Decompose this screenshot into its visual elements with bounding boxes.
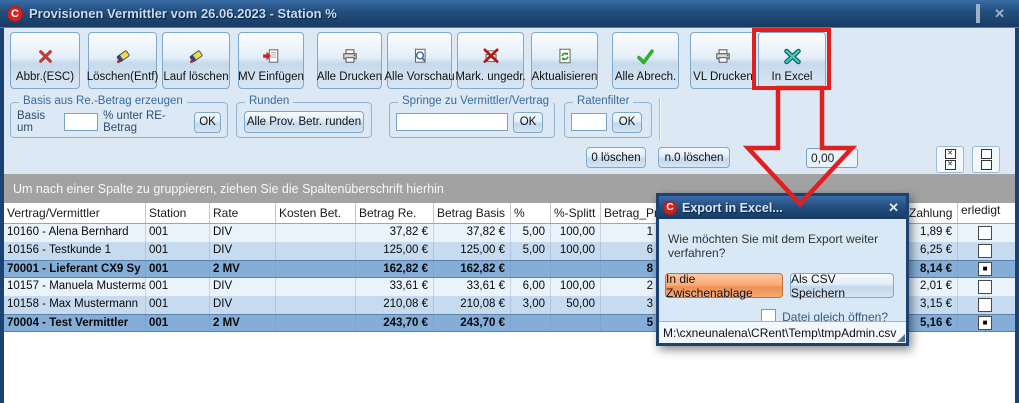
round-all-button[interactable]: Alle Prov. Betr. runden: [244, 111, 364, 133]
column-header-splitt[interactable]: %-Splitt: [551, 203, 601, 223]
toolbar: Abbr.(ESC) Löschen(Entf) Lauf löschen MV…: [4, 27, 1015, 96]
printer-icon: [341, 44, 359, 68]
app-window: C Provisionen Vermittler vom 26.06.2023 …: [0, 0, 1019, 403]
group-by-hint: Um nach einer Spalte zu gruppieren, zieh…: [13, 182, 444, 196]
export-excel-button[interactable]: In Excel: [758, 32, 826, 89]
delete-zero-button[interactable]: 0 löschen: [586, 147, 646, 168]
rate-filter-ok-button[interactable]: OK: [612, 112, 642, 133]
dialog-title: Export in Excel...: [682, 201, 783, 215]
column-header-station[interactable]: Station: [146, 203, 210, 223]
title-bar: C Provisionen Vermittler vom 26.06.2023 …: [0, 0, 1019, 28]
window-border-right: [1015, 0, 1019, 403]
settle-all-button[interactable]: Alle Abrech.: [612, 32, 679, 89]
column-header-prozent[interactable]: %: [511, 203, 551, 223]
group-basis: Basis aus Re.-Betrag erzeugen Basis um %…: [10, 102, 228, 138]
erledigt-checkbox[interactable]: [978, 280, 992, 294]
window-controls: ✕: [962, 7, 1005, 21]
cancel-button[interactable]: Abbr.(ESC): [10, 32, 80, 89]
clipboard-button[interactable]: In die Zwischenablage: [665, 273, 783, 298]
basis-label-before: Basis um: [17, 110, 59, 134]
excel-icon: [783, 44, 802, 68]
erledigt-checkbox[interactable]: ■: [978, 316, 992, 330]
group-basis-legend: Basis aus Re.-Betrag erzeugen: [19, 95, 187, 107]
mark-unprinted-button[interactable]: Mark. ungedr.: [457, 32, 524, 89]
column-header-betrag-pr[interactable]: Betrag_Pr: [601, 203, 657, 223]
cancel-icon: [37, 44, 54, 68]
column-header-kosten[interactable]: Kosten Bet.: [276, 203, 356, 223]
export-excel-dialog: C Export in Excel... ✕ Wie möchten Sie m…: [656, 193, 909, 346]
eraser-icon: [187, 44, 205, 68]
print-all-button[interactable]: Alle Drucken: [317, 32, 382, 89]
check-all-button[interactable]: ✕ ✕: [936, 146, 964, 173]
erledigt-checkbox[interactable]: [978, 244, 992, 258]
erledigt-checkbox[interactable]: ■: [978, 262, 992, 276]
jump-to-ok-button[interactable]: OK: [513, 112, 543, 133]
vl-print-button[interactable]: VL Drucken: [690, 32, 756, 89]
export-path-text: M:\cxneunalena\CRent\Temp\tmpAdmin.csv: [663, 326, 896, 340]
refresh-button[interactable]: Aktualisieren: [531, 32, 598, 89]
save-csv-button[interactable]: Als CSV Speichern: [790, 273, 894, 298]
maximize-button[interactable]: [976, 7, 980, 21]
basis-label-after: % unter RE-Betrag: [103, 110, 189, 134]
export-path-field[interactable]: M:\cxneunalena\CRent\Temp\tmpAdmin.csv: [659, 321, 906, 343]
resize-grip-icon: [897, 334, 905, 342]
group-runden-legend: Runden: [245, 95, 293, 107]
group-ratenfilter: Ratenfilter OK: [564, 102, 652, 138]
window-border-left: [0, 0, 4, 403]
group-springe: Springe zu Vermittler/Vertrag OK: [389, 102, 555, 138]
delete-not-zero-button[interactable]: n.0 löschen: [658, 147, 730, 168]
delete-run-button[interactable]: Lauf löschen: [162, 32, 230, 89]
dialog-title-bar: C Export in Excel... ✕: [659, 196, 906, 219]
preview-all-button[interactable]: Alle Vorschau: [387, 32, 452, 89]
unchecked-box-icon: [981, 160, 992, 170]
eraser-icon: [114, 44, 132, 68]
column-header-vertrag[interactable]: Vertrag/Vermittler: [4, 203, 146, 223]
amount-field[interactable]: 0,00: [806, 148, 858, 168]
mark-unprinted-icon: [482, 44, 500, 68]
column-header-erledigt[interactable]: erledigt: [958, 203, 1012, 223]
group-ratenfilter-legend: Ratenfilter: [573, 95, 633, 107]
checked-box-icon: ✕: [945, 160, 956, 170]
window-title: Provisionen Vermittler vom 26.06.2023 - …: [29, 6, 337, 21]
dialog-question: Wie möchten Sie mit dem Export weiter ve…: [659, 219, 906, 260]
group-runden: Runden Alle Prov. Betr. runden: [236, 102, 372, 138]
column-header-betrag-basis[interactable]: Betrag Basis: [434, 203, 511, 223]
checkmark-icon: [636, 44, 655, 68]
column-header-zahlung[interactable]: Zahlung: [906, 203, 958, 223]
unchecked-box-icon: [981, 149, 992, 159]
refresh-document-icon: [556, 44, 574, 68]
rate-filter-input[interactable]: [571, 113, 607, 131]
close-button[interactable]: ✕: [994, 7, 1005, 21]
app-logo-icon: C: [663, 201, 677, 215]
erledigt-checkbox[interactable]: [978, 298, 992, 312]
filter-row: Basis aus Re.-Betrag erzeugen Basis um %…: [4, 96, 1015, 143]
printer-icon: [714, 44, 732, 68]
column-header-betrag-re[interactable]: Betrag Re.: [356, 203, 434, 223]
checked-box-icon: ✕: [945, 149, 956, 159]
erledigt-checkbox[interactable]: [978, 226, 992, 240]
preview-icon: [411, 44, 429, 68]
uncheck-all-button[interactable]: [972, 146, 1000, 173]
filter-separator: [659, 98, 661, 140]
mv-insert-button[interactable]: MV Einfügen: [238, 32, 304, 89]
dialog-close-button[interactable]: ✕: [888, 200, 899, 216]
column-header-rate[interactable]: Rate: [210, 203, 276, 223]
jump-to-input[interactable]: [396, 113, 508, 131]
control-row: 0 löschen n.0 löschen 0,00 ✕ ✕: [4, 143, 1015, 174]
insert-document-icon: [262, 44, 280, 68]
app-logo-icon: C: [7, 6, 23, 22]
group-springe-legend: Springe zu Vermittler/Vertrag: [398, 95, 553, 107]
maximize-icon: [976, 4, 980, 23]
basis-ok-button[interactable]: OK: [194, 112, 221, 133]
delete-button[interactable]: Löschen(Entf): [88, 32, 157, 89]
basis-percent-input[interactable]: [64, 113, 98, 131]
